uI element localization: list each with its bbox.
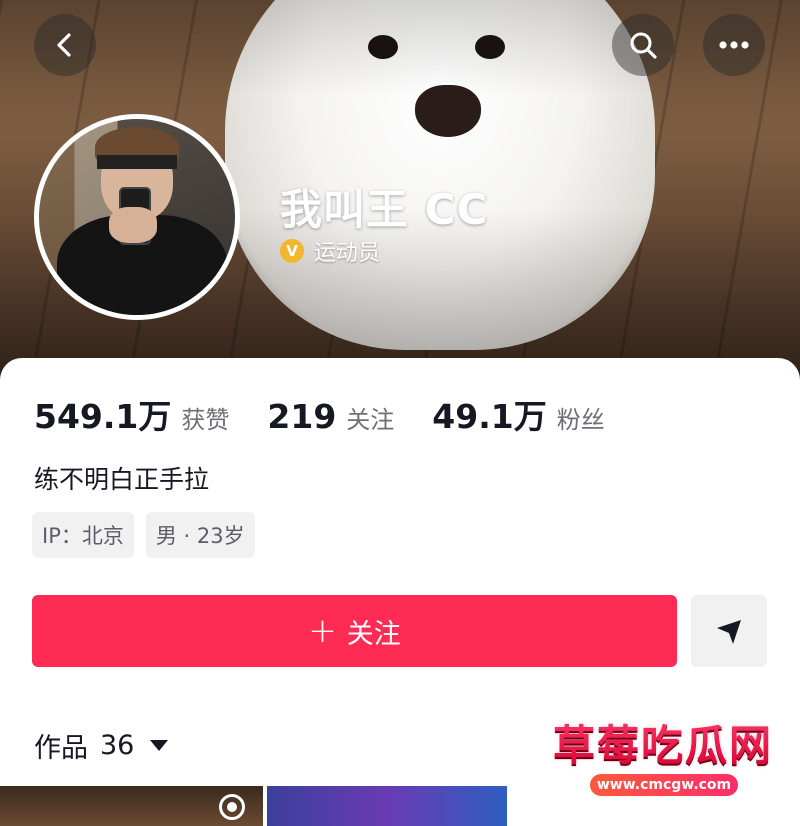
stat-following-label: 关注 xyxy=(346,406,395,434)
stat-followers-label: 粉丝 xyxy=(556,406,605,434)
tag-ip-location: IP：北京 xyxy=(32,512,134,558)
follow-button-label: 关注 xyxy=(346,618,401,650)
search-button[interactable] xyxy=(612,14,674,76)
stat-likes-value: 549.1万 xyxy=(34,397,172,436)
message-button[interactable] xyxy=(691,595,767,667)
video-thumbnail[interactable] xyxy=(267,786,507,826)
avatar[interactable] xyxy=(34,114,240,320)
profile-bio: 练不明白正手拉 xyxy=(34,465,210,494)
works-count: 36 xyxy=(100,730,135,761)
works-tab[interactable]: 作品 36 xyxy=(34,726,169,765)
works-label: 作品 xyxy=(34,733,88,764)
tag-gender-age: 男 · 23岁 xyxy=(145,512,255,558)
avatar-hand xyxy=(109,207,157,243)
stat-following[interactable]: 219 关注 xyxy=(267,397,394,436)
video-thumbnail[interactable] xyxy=(0,786,263,826)
stat-following-value: 219 xyxy=(267,397,337,436)
caret-down-icon xyxy=(150,740,169,751)
chevron-left-icon xyxy=(57,33,71,57)
stat-likes[interactable]: 549.1万 获赞 xyxy=(34,390,229,438)
avatar-headband xyxy=(97,155,177,169)
follow-button[interactable]: + 关注 xyxy=(32,595,677,667)
more-button[interactable] xyxy=(703,14,765,76)
live-ring-icon xyxy=(219,794,245,820)
stat-followers-value: 49.1万 xyxy=(432,397,547,436)
stat-followers[interactable]: 49.1万 粉丝 xyxy=(432,390,604,438)
more-horizontal-icon xyxy=(719,41,749,49)
plus-icon: + xyxy=(308,611,337,651)
stat-likes-label: 获赞 xyxy=(181,406,230,434)
stats-row: 549.1万 获赞 219 关注 49.1万 粉丝 xyxy=(34,390,643,438)
watermark-title: 草莓吃瓜网 xyxy=(548,712,778,773)
profile-name: 我叫王 CC xyxy=(280,185,489,234)
watermark-url: www.cmcgw.com xyxy=(590,774,738,796)
search-icon xyxy=(630,32,657,59)
verification-label: 运动员 xyxy=(314,241,381,266)
profile-tags: IP：北京 男 · 23岁 xyxy=(32,512,255,558)
verification-row: V 运动员 xyxy=(280,235,380,267)
send-icon xyxy=(717,620,741,644)
verified-icon: V xyxy=(280,239,304,263)
back-button[interactable] xyxy=(34,14,96,76)
